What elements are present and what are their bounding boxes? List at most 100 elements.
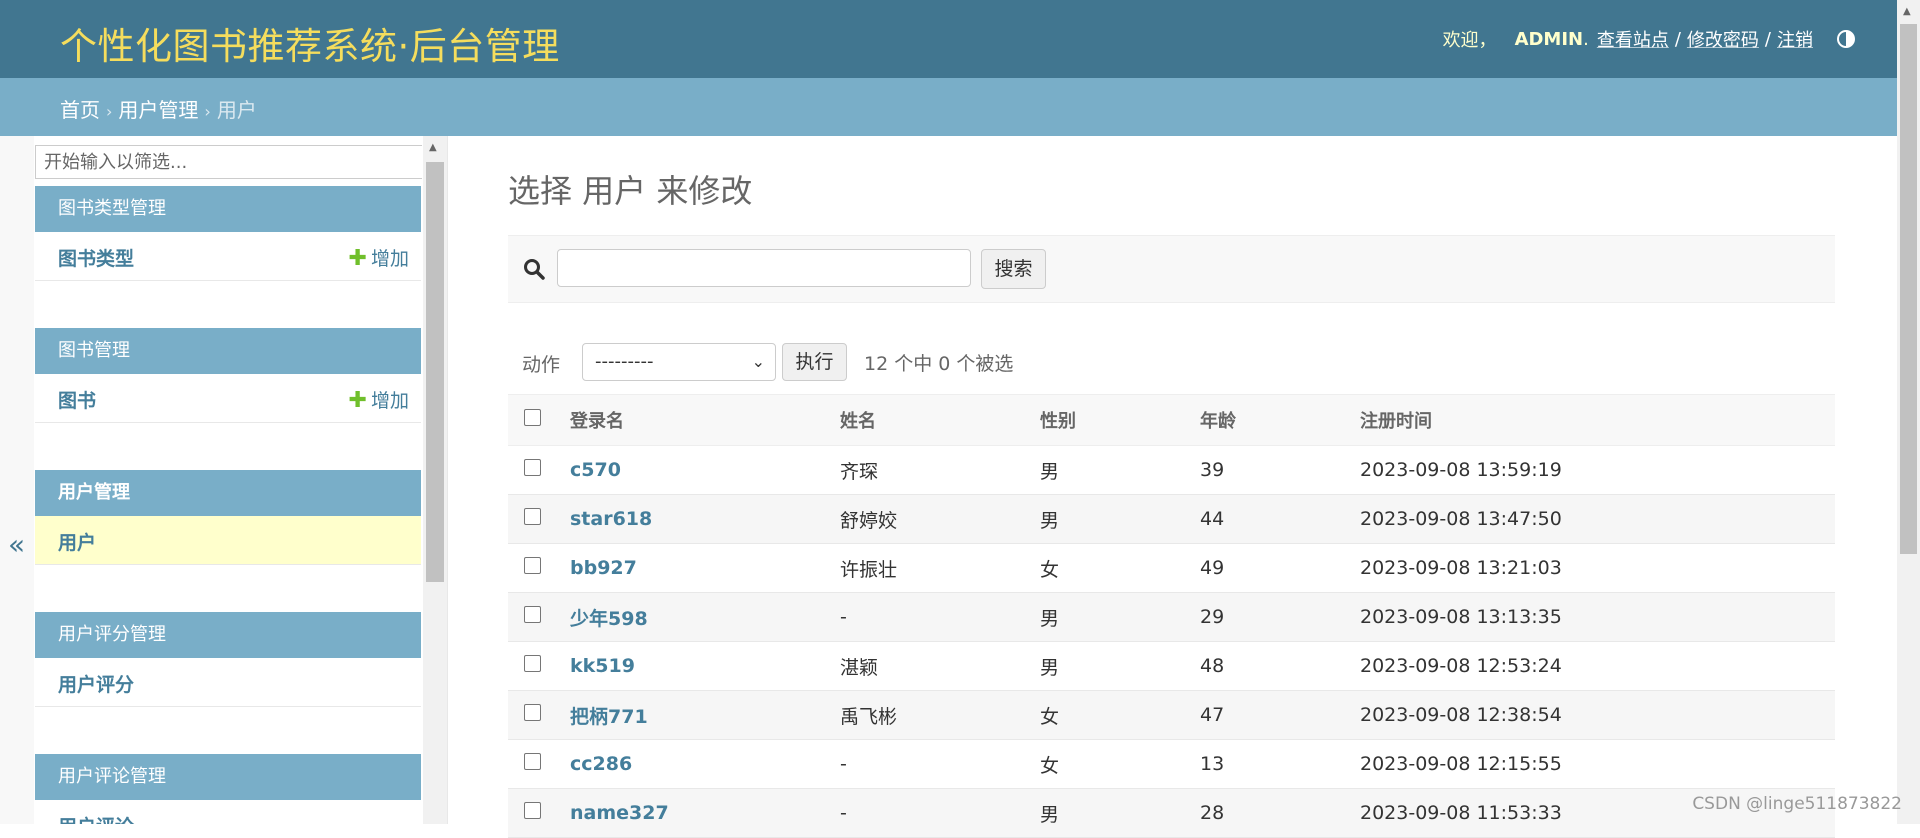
row-checkbox[interactable] [524, 753, 541, 770]
user-tools: 欢迎， ADMIN. 查看站点 / 修改密码 / 注销 [1443, 26, 1855, 52]
table-row: 少年598 - 男 29 2023-09-08 13:13:35 [508, 592, 1835, 642]
cell-gender: 女 [1040, 739, 1200, 789]
app-caption-booktype[interactable]: 图书类型管理 [35, 186, 421, 232]
model-link-rating[interactable]: 用户评分 [58, 670, 134, 697]
cell-name: - [840, 788, 1040, 838]
app-section-rating: 用户评分管理 用户评分 [35, 612, 421, 707]
table-header-row: 登录名 姓名 性别 年龄 注册时间 [508, 394, 1835, 446]
row-checkbox-cell [508, 641, 570, 691]
model-link-comment[interactable]: 用户评论 [58, 812, 134, 824]
row-checkbox[interactable] [524, 704, 541, 721]
app-section-book: 图书管理 图书 ✚ 增加 [35, 328, 421, 423]
sidebar-scrollbar[interactable]: ▲ [423, 136, 447, 824]
cell-login: bb927 [570, 543, 840, 593]
user-link[interactable]: star618 [570, 508, 652, 530]
page-scrollbar-thumb[interactable] [1900, 24, 1917, 554]
run-action-button[interactable]: 执行 [782, 343, 847, 381]
cell-login: star618 [570, 494, 840, 544]
action-select-value: --------- [595, 351, 654, 372]
row-checkbox-cell [508, 739, 570, 789]
row-checkbox[interactable] [524, 459, 541, 476]
user-link[interactable]: 把柄771 [570, 706, 648, 728]
breadcrumb-current: 用户 [216, 98, 257, 122]
app-caption-comment[interactable]: 用户评论管理 [35, 754, 421, 800]
cell-login: name327 [570, 788, 840, 838]
cell-gender: 男 [1040, 445, 1200, 495]
select-all-checkbox[interactable] [524, 409, 541, 426]
row-checkbox[interactable] [524, 655, 541, 672]
cell-name: - [840, 592, 1040, 642]
separator: / [1764, 28, 1771, 50]
user-link[interactable]: name327 [570, 802, 669, 824]
watermark: CSDN @linge511873822 [1692, 794, 1902, 814]
change-password-link[interactable]: 修改密码 [1687, 26, 1759, 52]
app-caption-user[interactable]: 用户管理 [35, 470, 421, 516]
cell-age: 39 [1200, 445, 1360, 495]
model-link-booktype[interactable]: 图书类型 [58, 244, 134, 271]
cell-name: 湛颖 [840, 641, 1040, 691]
column-header-age[interactable]: 年龄 [1200, 394, 1360, 446]
separator: / [1674, 28, 1681, 50]
column-header-gender[interactable]: 性别 [1040, 394, 1200, 446]
column-header-login[interactable]: 登录名 [570, 394, 840, 446]
user-link[interactable]: cc286 [570, 753, 632, 775]
theme-toggle-icon[interactable] [1837, 30, 1855, 48]
app-caption-rating[interactable]: 用户评分管理 [35, 612, 421, 658]
model-row-comment: 用户评论 [35, 800, 421, 824]
breadcrumb-section[interactable]: 用户管理 [118, 98, 198, 122]
cell-gender: 男 [1040, 494, 1200, 544]
model-link-book[interactable]: 图书 [58, 386, 96, 413]
breadcrumb-arrow: › [106, 102, 113, 121]
app-section-user: 用户管理 用户 [35, 470, 421, 565]
breadcrumb: 首页 › 用户管理 › 用户 [0, 78, 1897, 136]
add-book-button[interactable]: ✚ 增加 [349, 386, 409, 413]
row-checkbox[interactable] [524, 802, 541, 819]
cell-registered: 2023-09-08 12:38:54 [1360, 690, 1835, 740]
user-link[interactable]: c570 [570, 459, 621, 481]
breadcrumb-arrow: › [204, 102, 211, 121]
cell-age: 28 [1200, 788, 1360, 838]
add-label: 增加 [370, 390, 409, 412]
column-header-registered[interactable]: 注册时间 [1360, 394, 1835, 446]
nav-filter-input[interactable] [35, 145, 422, 179]
cell-login: kk519 [570, 641, 840, 691]
sidebar-scrollbar-thumb[interactable] [426, 162, 444, 582]
result-table: 登录名 姓名 性别 年龄 注册时间 c570 齐琛 男 39 2023-09-0… [508, 394, 1835, 838]
scroll-up-icon[interactable]: ▲ [1903, 6, 1911, 17]
site-title[interactable]: 个性化图书推荐系统·后台管理 [60, 16, 560, 70]
row-checkbox[interactable] [524, 557, 541, 574]
app-caption-book[interactable]: 图书管理 [35, 328, 421, 374]
search-button[interactable]: 搜索 [981, 249, 1046, 289]
user-link[interactable]: 少年598 [570, 608, 648, 630]
view-site-link[interactable]: 查看站点 [1597, 26, 1669, 52]
model-row-rating: 用户评分 [35, 658, 421, 707]
scroll-up-icon[interactable]: ▲ [429, 142, 437, 153]
cell-name: 舒婷姣 [840, 494, 1040, 544]
user-link[interactable]: kk519 [570, 655, 635, 677]
search-input[interactable] [557, 249, 971, 287]
row-checkbox-cell [508, 690, 570, 740]
breadcrumb-home[interactable]: 首页 [60, 98, 100, 122]
row-checkbox[interactable] [524, 508, 541, 525]
row-checkbox-cell [508, 592, 570, 642]
cell-name: - [840, 739, 1040, 789]
page-scrollbar[interactable]: ▲ [1897, 0, 1920, 824]
add-booktype-button[interactable]: ✚ 增加 [349, 244, 409, 271]
plus-icon: ✚ [348, 388, 367, 413]
table-row: star618 舒婷姣 男 44 2023-09-08 13:47:50 [508, 494, 1835, 544]
model-link-user[interactable]: 用户 [58, 528, 96, 555]
collapse-sidebar-icon[interactable]: « [8, 528, 25, 561]
action-select[interactable]: --------- ⌄ [582, 343, 776, 381]
cell-login: cc286 [570, 739, 840, 789]
select-all-cell [508, 394, 570, 446]
model-row-booktype: 图书类型 ✚ 增加 [35, 232, 421, 281]
cell-login: 少年598 [570, 592, 840, 642]
user-link[interactable]: bb927 [570, 557, 637, 579]
nav-sidebar: 图书类型管理 图书类型 ✚增加 图书管理 图书 ✚增加 用户管理 用户 用户评分… [34, 136, 422, 824]
row-checkbox[interactable] [524, 606, 541, 623]
plus-icon: ✚ [348, 246, 367, 271]
add-label: 增加 [370, 248, 409, 270]
logout-link[interactable]: 注销 [1777, 26, 1813, 52]
column-header-name[interactable]: 姓名 [840, 394, 1040, 446]
sidebar-toggle[interactable]: « [0, 136, 35, 824]
